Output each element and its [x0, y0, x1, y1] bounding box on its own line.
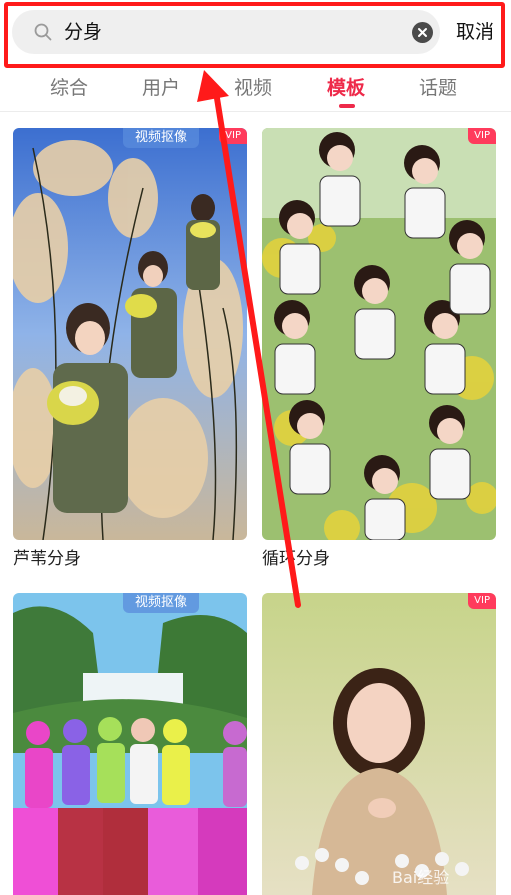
tab-comprehensive[interactable]: 综合	[50, 76, 88, 100]
tab-templates[interactable]: 模板	[327, 76, 365, 100]
clear-icon[interactable]	[412, 22, 433, 43]
active-tab-indicator	[339, 104, 355, 108]
cancel-button[interactable]: 取消	[456, 20, 494, 44]
template-thumbnail: VIP	[262, 128, 496, 540]
watermark-text: Bai经验	[392, 868, 449, 887]
search-input[interactable]: 分身	[64, 20, 102, 44]
template-title: 循环分身	[262, 549, 330, 569]
search-icon	[34, 23, 52, 41]
template-title: 芦苇分身	[13, 549, 81, 569]
tab-users[interactable]: 用户	[142, 76, 180, 100]
search-box[interactable]: 分身	[12, 10, 440, 54]
template-thumbnail: 视频抠像	[13, 593, 247, 895]
tab-topics[interactable]: 话题	[419, 76, 457, 100]
vip-badge: VIP	[219, 128, 247, 144]
video-keying-badge: 视频抠像	[123, 128, 200, 148]
template-thumbnail: 视频抠像 VIP	[13, 128, 247, 540]
vip-badge: VIP	[468, 128, 496, 144]
vip-badge: VIP	[468, 593, 496, 609]
category-tabs: 综合 用户 视频 模板 话题	[0, 68, 511, 112]
template-thumbnail: Bai经验 VIP	[262, 593, 496, 895]
video-keying-badge: 视频抠像	[123, 593, 200, 613]
search-header: 分身 取消	[0, 0, 511, 66]
tab-videos[interactable]: 视频	[234, 76, 272, 100]
